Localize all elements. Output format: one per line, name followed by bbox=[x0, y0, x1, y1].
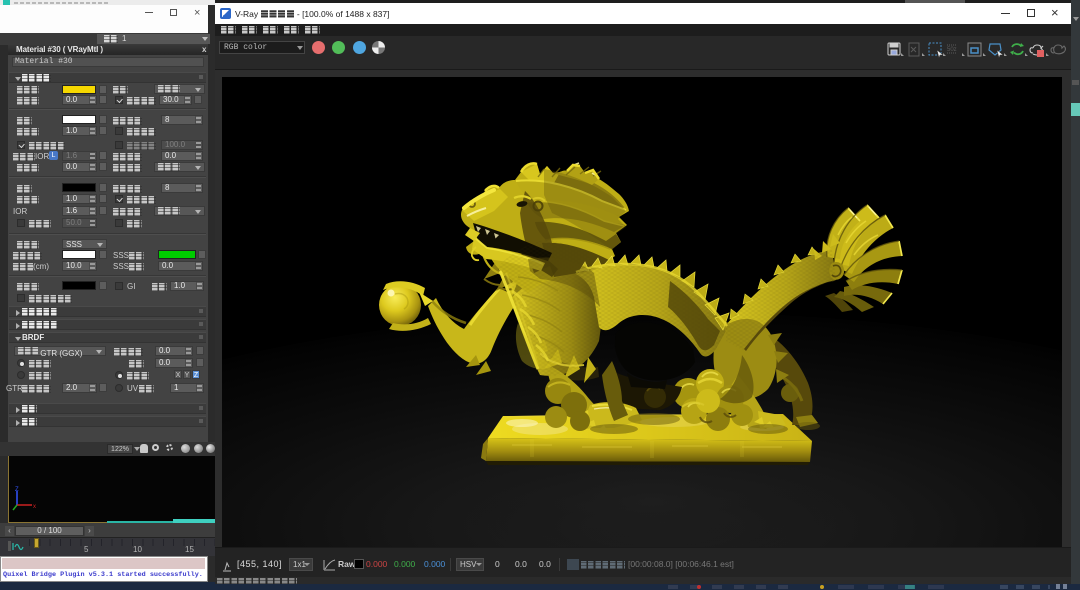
svg-text:x: x bbox=[33, 504, 36, 510]
svg-text:50z: 50z bbox=[947, 47, 957, 53]
svg-text:Z: Z bbox=[15, 487, 19, 493]
